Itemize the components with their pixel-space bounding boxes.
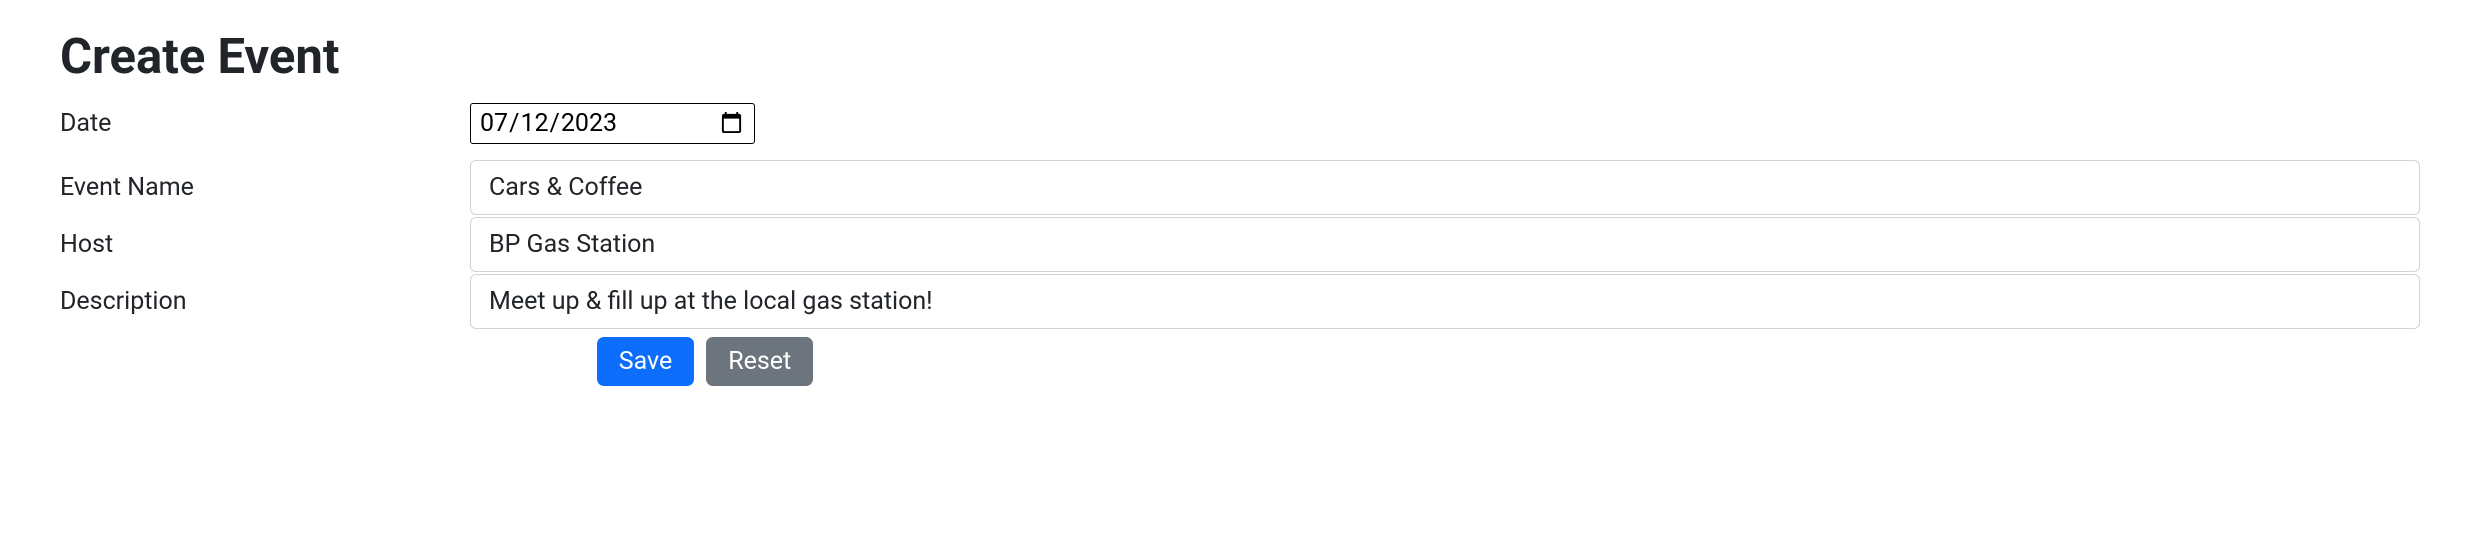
button-row: Save Reset xyxy=(60,337,1350,386)
date-input[interactable] xyxy=(470,103,755,144)
form-row-event-name: Event Name xyxy=(60,160,2420,215)
save-button[interactable]: Save xyxy=(597,337,694,386)
host-label: Host xyxy=(60,224,470,265)
description-input[interactable] xyxy=(470,274,2420,329)
form-row-host: Host xyxy=(60,217,2420,272)
page-title: Create Event xyxy=(60,28,2420,85)
description-label: Description xyxy=(60,281,470,322)
event-name-input[interactable] xyxy=(470,160,2420,215)
form-row-description: Description xyxy=(60,274,2420,329)
date-label: Date xyxy=(60,103,470,144)
form-row-date: Date xyxy=(60,103,2420,144)
create-event-form: Date Event Name Host Description Save Re… xyxy=(60,103,2420,386)
event-name-label: Event Name xyxy=(60,167,470,208)
host-input[interactable] xyxy=(470,217,2420,272)
reset-button[interactable]: Reset xyxy=(706,337,813,386)
